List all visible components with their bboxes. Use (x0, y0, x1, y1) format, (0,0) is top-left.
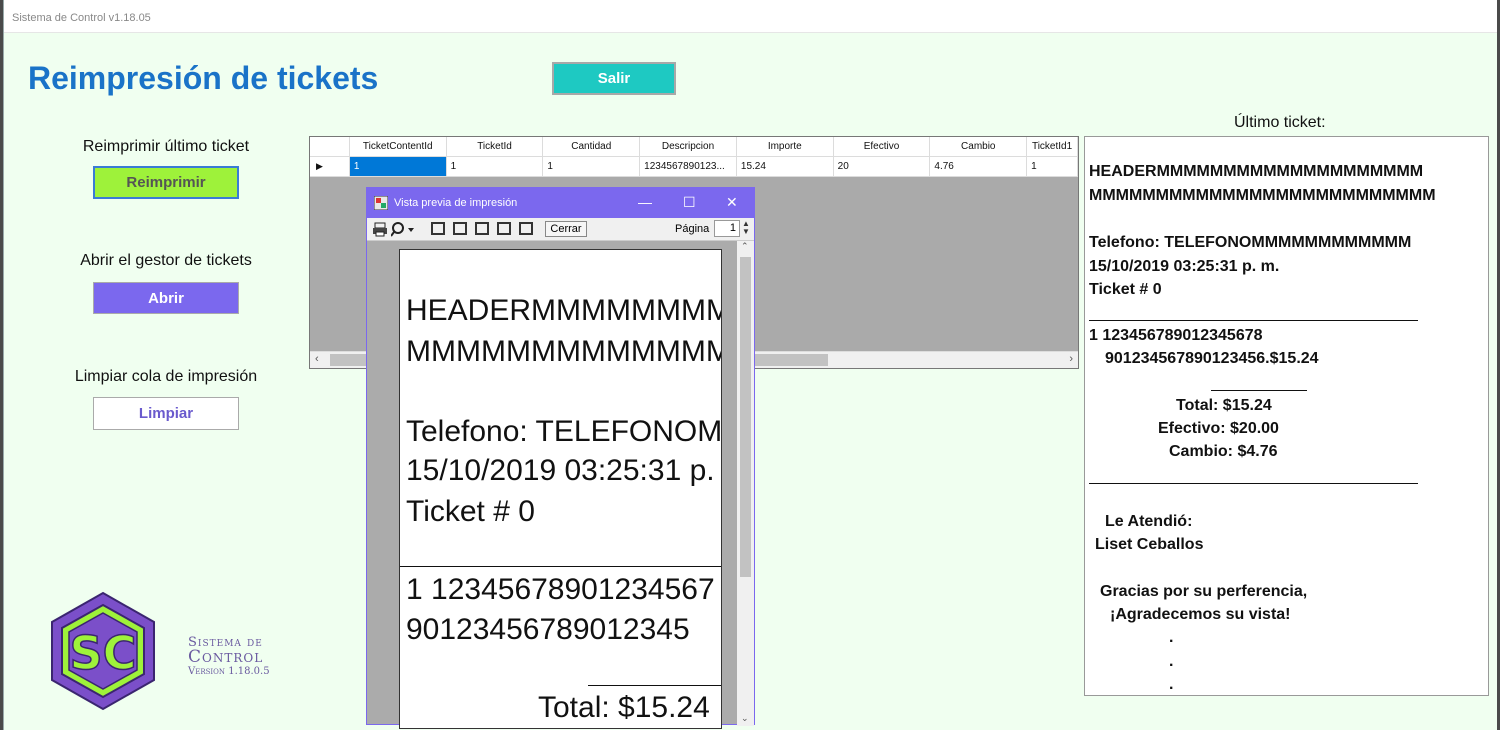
ticket-efectivo: Efectivo: $20.00 (1158, 420, 1279, 437)
preview-line: Telefono: TELEFONOMMMM (406, 415, 722, 448)
grid-cell[interactable]: 1234567890123... (640, 157, 737, 177)
page-number-input[interactable]: 1 (714, 220, 740, 237)
grid-cell[interactable]: 1 (1027, 157, 1078, 177)
preview-toolbar: Cerrar Página 1 ▲ ▼ (367, 218, 754, 241)
page-label: Página (675, 223, 710, 235)
cerrar-button[interactable]: Cerrar (545, 221, 587, 237)
scroll-right-icon[interactable]: › (1069, 353, 1073, 365)
grid-col-header[interactable]: Cambio (930, 137, 1028, 157)
main-window: Sistema de Control v1.18.05 Reimpresión … (3, 0, 1497, 730)
ticket-header-line: MMMMMMMMMMMMMMMMMMMMMMMMMM (1089, 187, 1436, 204)
ticket-total: Total: $15.24 (1176, 397, 1272, 414)
ticket-dot: . (1169, 653, 1174, 670)
page-spinner-icon[interactable]: ▲ ▼ (742, 220, 750, 236)
four-pages-icon[interactable] (497, 222, 511, 235)
grid-col-header[interactable]: Efectivo (833, 137, 931, 157)
preview-line: HEADERMMMMMMMMMMMMM (406, 294, 722, 327)
zoom-icon[interactable] (391, 222, 415, 237)
ticket-fecha: 15/10/2019 03:25:31 p. m. (1089, 258, 1280, 275)
reimprimir-ultimo-label: Reimprimir último ticket (82, 138, 250, 155)
grid-col-header[interactable]: Cantidad (543, 137, 641, 157)
grid-col-header[interactable]: TicketContentId (349, 137, 447, 157)
grid-col-header[interactable]: TicketId (446, 137, 544, 157)
ticket-agradecemos: ¡Agradecemos su vista! (1110, 606, 1291, 623)
print-preview-dialog[interactable]: Vista previa de impresión — ☐ ✕ Cerrar P… (366, 187, 755, 729)
preview-page: HEADERMMMMMMMMMMMMM MMMMMMMMMMMMMM Telef… (399, 249, 722, 729)
limpiar-button[interactable]: Limpiar (93, 397, 239, 430)
ticket-gracias: Gracias por su perferencia, (1100, 583, 1308, 600)
grid-cell[interactable]: 15.24 (736, 157, 834, 177)
logo-line: Control (188, 647, 264, 667)
ticket-divider (1211, 390, 1307, 391)
reimprimir-button[interactable]: Reimprimir (93, 166, 239, 199)
abrir-button[interactable]: Abrir (93, 282, 239, 314)
title-bar: Sistema de Control v1.18.05 (4, 0, 1497, 33)
scroll-thumb[interactable] (740, 257, 751, 577)
six-pages-icon[interactable] (519, 222, 533, 235)
sistema-control-logo-icon: SC (51, 591, 155, 711)
salir-button[interactable]: Salir (552, 62, 676, 95)
grid-header: TicketContentId TicketId Cantidad Descri… (310, 137, 1078, 157)
ticket-telefono: Telefono: TELEFONOMMMMMMMMMMMM (1089, 234, 1412, 251)
one-page-icon[interactable] (431, 222, 445, 235)
printer-icon[interactable] (372, 222, 388, 237)
abrir-gestor-label: Abrir el gestor de tickets (80, 252, 252, 269)
grid-cell[interactable]: 4.76 (930, 157, 1028, 177)
preview-line: Ticket # 0 (406, 495, 535, 528)
logo-line: Version 1.18.0.5 (188, 666, 270, 677)
grid-cell[interactable]: 1 (446, 157, 544, 177)
logo-text: Sistema de Control Version 1.18.0.5 (188, 636, 270, 678)
ticket-number: Ticket # 0 (1089, 281, 1162, 298)
maximize-icon[interactable]: ☐ (683, 194, 696, 211)
ticket-atendio-label: Le Atendió: (1105, 513, 1193, 530)
preview-line: MMMMMMMMMMMMMM (406, 335, 722, 368)
preview-line: 90123456789012345 (406, 613, 690, 646)
ticket-header-line: HEADERMMMMMMMMMMMMMMMMMMMM (1089, 163, 1424, 180)
grid-col-header[interactable]: TicketId1 (1027, 137, 1078, 157)
ticket-dot: . (1169, 629, 1174, 646)
two-pages-icon[interactable] (453, 222, 467, 235)
ticket-cambio: Cambio: $4.76 (1169, 443, 1278, 460)
ticket-dot: . (1169, 676, 1174, 693)
table-row[interactable]: ▶ 1 1 1 1234567890123... 15.24 20 4.76 1 (310, 157, 1078, 177)
preview-line: 1 12345678901234567 (406, 573, 715, 606)
ticket-divider (1089, 320, 1418, 321)
ultimo-ticket-label: Último ticket: (1234, 114, 1326, 131)
ticket-atendio-name: Liset Ceballos (1095, 536, 1204, 553)
grid-row-header-corner (310, 137, 350, 157)
preview-line: Total: $15.24 (538, 691, 710, 724)
minimize-icon[interactable]: — (638, 194, 652, 210)
scroll-left-icon[interactable]: ‹ (315, 353, 319, 365)
grid-cell[interactable]: 1 (543, 157, 641, 177)
scroll-down-icon[interactable]: ⌄ (741, 713, 749, 724)
preview-vertical-scrollbar[interactable]: ⌃ ⌄ (737, 241, 754, 726)
window-title: Sistema de Control v1.18.05 (12, 12, 151, 24)
limpiar-cola-label: Limpiar cola de impresión (74, 368, 258, 385)
three-pages-icon[interactable] (475, 222, 489, 235)
page-title: Reimpresión de tickets (28, 60, 379, 96)
close-icon[interactable]: ✕ (726, 194, 738, 211)
row-selector-icon[interactable]: ▶ (310, 157, 350, 177)
grid-col-header[interactable]: Importe (736, 137, 834, 157)
preview-divider (588, 685, 721, 686)
print-preview-app-icon (374, 196, 388, 210)
preview-line: 15/10/2019 03:25:31 p. m. (406, 454, 722, 487)
ticket-item-line: 1 123456789012345678 (1089, 327, 1263, 344)
logo-initials: SC (70, 626, 137, 680)
ticket-divider (1089, 483, 1418, 484)
grid-cell[interactable]: 20 (833, 157, 931, 177)
scroll-up-icon[interactable]: ⌃ (741, 241, 749, 252)
dialog-title: Vista previa de impresión (394, 197, 518, 209)
ticket-preview-panel: HEADERMMMMMMMMMMMMMMMMMMMM MMMMMMMMMMMMM… (1084, 136, 1489, 696)
grid-cell[interactable]: 1 (349, 157, 447, 177)
dialog-title-bar[interactable]: Vista previa de impresión — ☐ ✕ (367, 188, 754, 218)
preview-divider (400, 566, 721, 567)
ticket-item-line: 901234567890123456.$15.24 (1105, 350, 1319, 367)
grid-col-header[interactable]: Descripcion (640, 137, 737, 157)
